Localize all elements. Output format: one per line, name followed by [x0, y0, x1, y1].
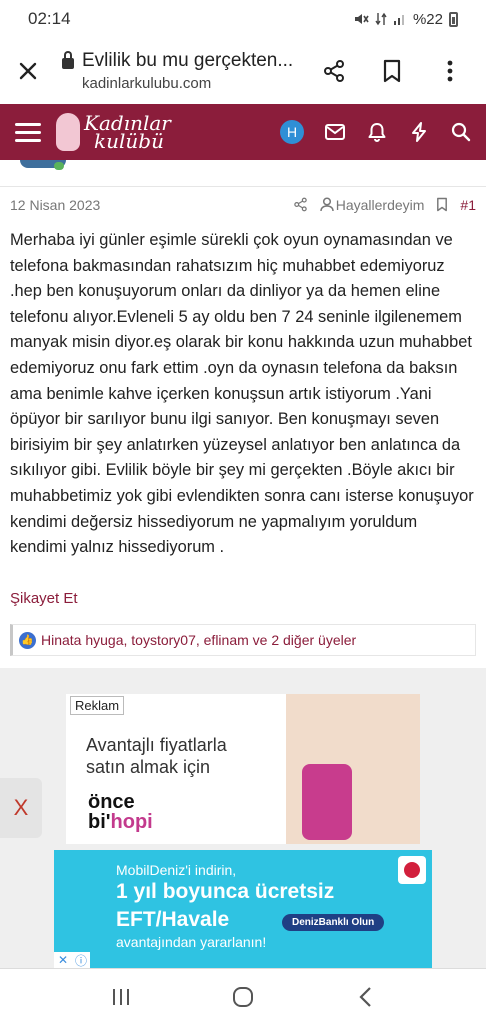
- ad-headline: Avantajlı fiyatlarla satın almak için: [86, 735, 227, 777]
- likes-text[interactable]: Hinata hyuga, toystory07, eflinam ve 2 d…: [41, 632, 356, 648]
- author-avatar[interactable]: [20, 160, 66, 170]
- bell-icon: [368, 123, 386, 142]
- bookmark-button[interactable]: [378, 57, 406, 85]
- whats-new-button[interactable]: [408, 121, 430, 143]
- notifications-button[interactable]: [366, 121, 388, 143]
- status-icons: %22: [353, 11, 458, 28]
- share-icon: [324, 60, 344, 82]
- system-nav-bar: [0, 968, 486, 1024]
- envelope-icon: [325, 124, 345, 140]
- post-author[interactable]: Hayallerdeyim: [336, 197, 425, 213]
- ad-card[interactable]: Reklam i ✕ Avantajlı fiyatlarla satın al…: [66, 694, 420, 844]
- banner-line-4: avantajından yararlanın!: [116, 934, 267, 950]
- browser-toolbar: Evlilik bu mu gerçekten... kadinlarkulub…: [0, 38, 486, 104]
- messages-button[interactable]: [324, 121, 346, 143]
- site-logo[interactable]: Kadınlar kulübü: [56, 113, 171, 151]
- bookmark-icon: [383, 59, 401, 83]
- back-button[interactable]: [345, 977, 385, 1017]
- lock-icon: [62, 51, 74, 69]
- mute-icon: [354, 14, 369, 24]
- lightning-icon: [412, 122, 426, 142]
- ad-phone-image: [286, 694, 420, 844]
- thumbs-up-icon: 👍: [19, 631, 36, 649]
- page-domain: kadinlarkulubu.com: [82, 75, 212, 92]
- menu-button[interactable]: [0, 104, 56, 160]
- banner-close-icon[interactable]: ✕: [54, 952, 72, 968]
- data-icon: [375, 12, 387, 26]
- ad-label: Reklam: [70, 696, 125, 715]
- status-time: 02:14: [28, 9, 71, 28]
- ad-brand-hopi: hopi: [110, 811, 153, 833]
- recents-icon: [113, 988, 129, 1005]
- post-date[interactable]: 12 Nisan 2023: [10, 197, 293, 213]
- hamburger-icon: [15, 122, 41, 126]
- banner-ad[interactable]: MobilDeniz'i indirin, 1 yıl boyunca ücre…: [54, 850, 432, 968]
- banner-line-2: 1 yıl boyunca ücretsiz: [116, 880, 335, 903]
- share-icon[interactable]: [293, 197, 308, 212]
- logo-line-2: kulübü: [94, 129, 164, 153]
- url-block[interactable]: Evlilik bu mu gerçekten... kadinlarkulub…: [56, 50, 320, 92]
- bank-logo-icon: [398, 856, 426, 884]
- banner-line-3: EFT/Havale: [116, 908, 230, 931]
- post-body: Merhaba iyi günler eşimle sürekli çok oy…: [10, 231, 474, 557]
- user-avatar[interactable]: H: [280, 120, 304, 144]
- status-bar: 02:14 %22: [0, 0, 486, 38]
- more-vert-icon: [447, 60, 453, 82]
- user-icon: [319, 197, 334, 212]
- battery-percent: %22: [412, 10, 443, 28]
- close-tab-button[interactable]: [0, 38, 56, 104]
- search-icon: [451, 122, 471, 142]
- ad-brand-line1: önce: [88, 791, 135, 813]
- post-number[interactable]: #1: [460, 197, 476, 213]
- post-meta: 12 Nisan 2023 Hayallerdeyim #1: [0, 186, 486, 222]
- banner-info-icon[interactable]: ⓘ: [72, 952, 90, 968]
- signal-icon: [393, 15, 404, 25]
- more-options-button[interactable]: [436, 57, 464, 85]
- page-title: Evlilik bu mu gerçekten...: [82, 50, 294, 71]
- search-button[interactable]: [450, 121, 472, 143]
- home-button[interactable]: [223, 977, 263, 1017]
- logo-figure-icon: [56, 113, 80, 151]
- ad-brand: önce bi'hopi: [88, 792, 153, 832]
- back-icon: [359, 986, 371, 1007]
- share-button[interactable]: [320, 57, 348, 85]
- recents-button[interactable]: [101, 977, 141, 1017]
- banner-line-1: MobilDeniz'i indirin,: [116, 862, 237, 878]
- home-icon: [233, 986, 253, 1007]
- bookmark-icon[interactable]: [436, 197, 448, 212]
- side-close-button[interactable]: X: [0, 778, 42, 838]
- ad-brand-bi: bi': [88, 811, 111, 833]
- report-link[interactable]: Şikayet Et: [10, 590, 78, 607]
- banner-cta-button[interactable]: DenizBanklı Olun: [282, 914, 385, 931]
- close-icon: [19, 62, 37, 80]
- site-header: Kadınlar kulübü H: [0, 104, 486, 160]
- likes-bar[interactable]: 👍 Hinata hyuga, toystory07, eflinam ve 2…: [10, 624, 476, 656]
- battery-icon: [449, 11, 458, 27]
